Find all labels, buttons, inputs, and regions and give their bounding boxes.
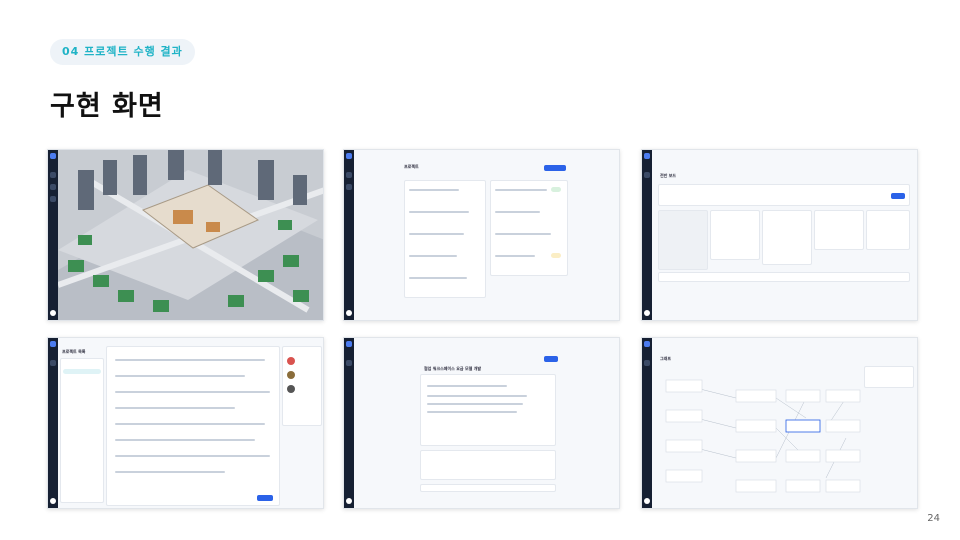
board-column	[762, 210, 812, 265]
nav-icon	[346, 172, 352, 178]
filter-panel	[658, 184, 910, 206]
screen-heading: 협업 워크스페이스 요금 모델 개발	[424, 366, 482, 371]
avatar	[644, 498, 650, 504]
send-button[interactable]	[257, 495, 273, 501]
project-sidebar	[60, 358, 104, 503]
app-sidebar	[48, 150, 58, 320]
dependency-graph	[665, 379, 861, 493]
save-button[interactable]	[544, 356, 558, 362]
nav-icon	[50, 184, 56, 190]
screen-heading: 그래프	[660, 356, 672, 361]
nav-icon	[346, 360, 352, 366]
message-thread	[106, 346, 280, 506]
avatar	[346, 310, 352, 316]
screenshot-board: 전반 보드	[641, 149, 918, 321]
editor-body[interactable]	[420, 374, 556, 446]
nav-icon	[50, 360, 56, 366]
board-column	[866, 210, 910, 250]
avatar	[50, 498, 56, 504]
section-badge: 04 프로젝트 수행 결과	[50, 39, 195, 65]
avatar	[50, 310, 56, 316]
app-sidebar	[344, 150, 354, 320]
board-column	[814, 210, 864, 250]
screen-heading: 프로젝트 목록	[62, 349, 86, 354]
app-logo-icon	[644, 341, 650, 347]
screen-heading: 프로젝트	[404, 164, 419, 169]
screenshot-3d-city	[47, 149, 324, 321]
app-logo-icon	[346, 341, 352, 347]
nav-icon	[644, 172, 650, 178]
screen-heading: 전반 보드	[660, 173, 677, 178]
nav-icon	[50, 172, 56, 178]
board-column	[710, 210, 760, 260]
meta-row	[420, 484, 556, 492]
attachment-panel	[420, 450, 556, 480]
nav-icon	[644, 360, 650, 366]
nav-icon	[346, 184, 352, 190]
project-column-right	[490, 180, 568, 276]
app-logo-icon	[644, 153, 650, 159]
page-title: 구현 화면	[50, 91, 164, 122]
member-list	[282, 346, 322, 426]
app-sidebar	[642, 338, 652, 508]
screenshot-graph: 그래프	[641, 337, 918, 509]
city-scene	[58, 150, 323, 320]
app-logo-icon	[50, 341, 56, 347]
screenshot-editor: 협업 워크스페이스 요금 모델 개발	[343, 337, 620, 509]
new-project-button[interactable]	[544, 165, 566, 171]
page-number: 24	[927, 513, 940, 524]
app-sidebar	[344, 338, 354, 508]
app-sidebar	[48, 338, 58, 508]
app-logo-icon	[346, 153, 352, 159]
board-column	[658, 210, 708, 270]
app-logo-icon	[50, 153, 56, 159]
project-column-left	[404, 180, 486, 298]
nav-icon	[50, 196, 56, 202]
screenshot-chat: 프로젝트 목록	[47, 337, 324, 509]
avatar	[346, 498, 352, 504]
screenshot-project-list: 프로젝트	[343, 149, 620, 321]
graph-filter-panel	[864, 366, 914, 388]
board-footer	[658, 272, 910, 282]
apply-button[interactable]	[891, 193, 905, 199]
avatar	[644, 310, 650, 316]
app-sidebar	[642, 150, 652, 320]
